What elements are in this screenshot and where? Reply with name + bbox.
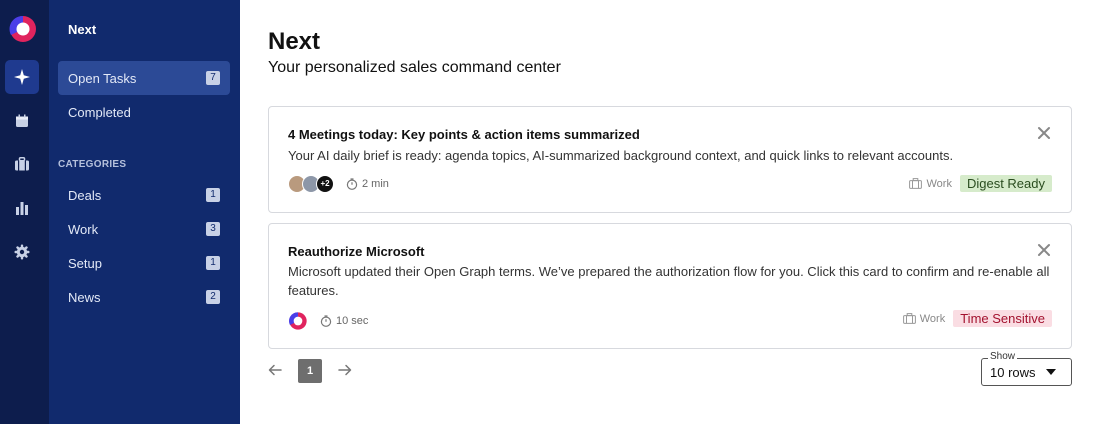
sparkle-icon[interactable] <box>5 60 39 94</box>
bar-chart-icon[interactable] <box>5 191 39 225</box>
caret-down-icon <box>1046 369 1056 375</box>
briefcase-icon <box>909 178 923 189</box>
page-title: Next <box>268 28 321 55</box>
card-title: Reauthorize Microsoft <box>288 244 425 259</box>
sidebar-item-label: Completed <box>68 104 131 120</box>
sidebar-item-label: Work <box>68 221 99 237</box>
categories-heading: CATEGORIES <box>58 159 127 170</box>
count-badge: 7 <box>206 71 220 85</box>
time-text: 10 sec <box>336 315 369 327</box>
arrow-right-icon[interactable] <box>338 363 352 379</box>
page-button-current[interactable]: 1 <box>298 359 322 383</box>
sidebar-item-news[interactable]: News 2 <box>58 280 230 314</box>
sidebar-item-setup[interactable]: Setup 1 <box>58 246 230 280</box>
rows-select-value: 10 rows <box>990 365 1036 380</box>
count-badge: 2 <box>206 290 220 304</box>
timer-icon <box>346 178 358 190</box>
app-root: Next Open Tasks 7 Completed CATEGORIES D… <box>0 0 1100 424</box>
time-text: 2 min <box>362 178 389 190</box>
sidebar-item-label: Open Tasks <box>68 70 137 86</box>
page-subtitle: Your personalized sales command center <box>268 59 561 76</box>
close-icon[interactable] <box>1036 242 1052 258</box>
icon-rail <box>0 0 49 424</box>
card-title: 4 Meetings today: Key points & action it… <box>288 127 640 142</box>
timer-icon <box>320 315 332 327</box>
category-sidebar: Next Open Tasks 7 Completed CATEGORIES D… <box>49 0 240 424</box>
main-content: Next Your personalized sales command cen… <box>240 0 1100 424</box>
sidebar-item-label: Deals <box>68 187 102 203</box>
sidebar-item-open-tasks[interactable]: Open Tasks 7 <box>58 61 230 95</box>
count-badge: 3 <box>206 222 220 236</box>
status-badge: Digest Ready <box>959 175 1052 192</box>
category-text: Work <box>926 177 952 190</box>
pagination: 1 <box>268 359 352 383</box>
briefcase-icon <box>902 313 916 324</box>
sidebar-title: Next <box>68 22 97 37</box>
card-right-meta: Work Time Sensitive <box>902 310 1052 327</box>
rows-per-page-select[interactable]: Show 10 rows <box>981 351 1072 386</box>
sidebar-item-completed[interactable]: Completed <box>58 95 230 129</box>
task-card-meetings[interactable]: 4 Meetings today: Key points & action it… <box>268 106 1072 213</box>
card-description: Microsoft updated their Open Graph terms… <box>288 264 1050 298</box>
time-estimate: 10 sec <box>320 315 368 327</box>
time-estimate: 2 min <box>346 178 389 190</box>
app-logo-icon <box>289 312 307 330</box>
arrow-left-icon[interactable] <box>268 363 282 379</box>
count-badge: 1 <box>206 188 220 202</box>
sidebar-item-deals[interactable]: Deals 1 <box>58 178 230 212</box>
category-label: Work <box>902 312 946 325</box>
sidebar-item-label: News <box>68 289 101 305</box>
category-text: Work <box>919 312 946 325</box>
category-label: Work <box>909 177 952 190</box>
count-badge: 1 <box>206 256 220 270</box>
task-card-reauthorize[interactable]: Reauthorize Microsoft Microsoft updated … <box>268 223 1072 349</box>
close-icon[interactable] <box>1036 125 1052 141</box>
card-description: Your AI daily brief is ready: agenda top… <box>288 148 954 163</box>
status-badge: Time Sensitive <box>953 310 1052 327</box>
card-meta: +2 2 min <box>288 175 389 193</box>
calendar-icon[interactable] <box>5 104 39 138</box>
rows-select-legend: Show <box>988 351 1018 362</box>
attendee-avatars: +2 <box>288 175 334 193</box>
gear-icon[interactable] <box>5 235 39 269</box>
sidebar-item-work[interactable]: Work 3 <box>58 212 230 246</box>
app-logo[interactable] <box>8 14 38 44</box>
briefcase-icon[interactable] <box>5 147 39 181</box>
card-meta: 10 sec <box>288 311 368 331</box>
card-right-meta: Work Digest Ready <box>909 175 1052 192</box>
sidebar-item-label: Setup <box>68 255 102 271</box>
more-avatars-badge: +2 <box>316 175 334 193</box>
